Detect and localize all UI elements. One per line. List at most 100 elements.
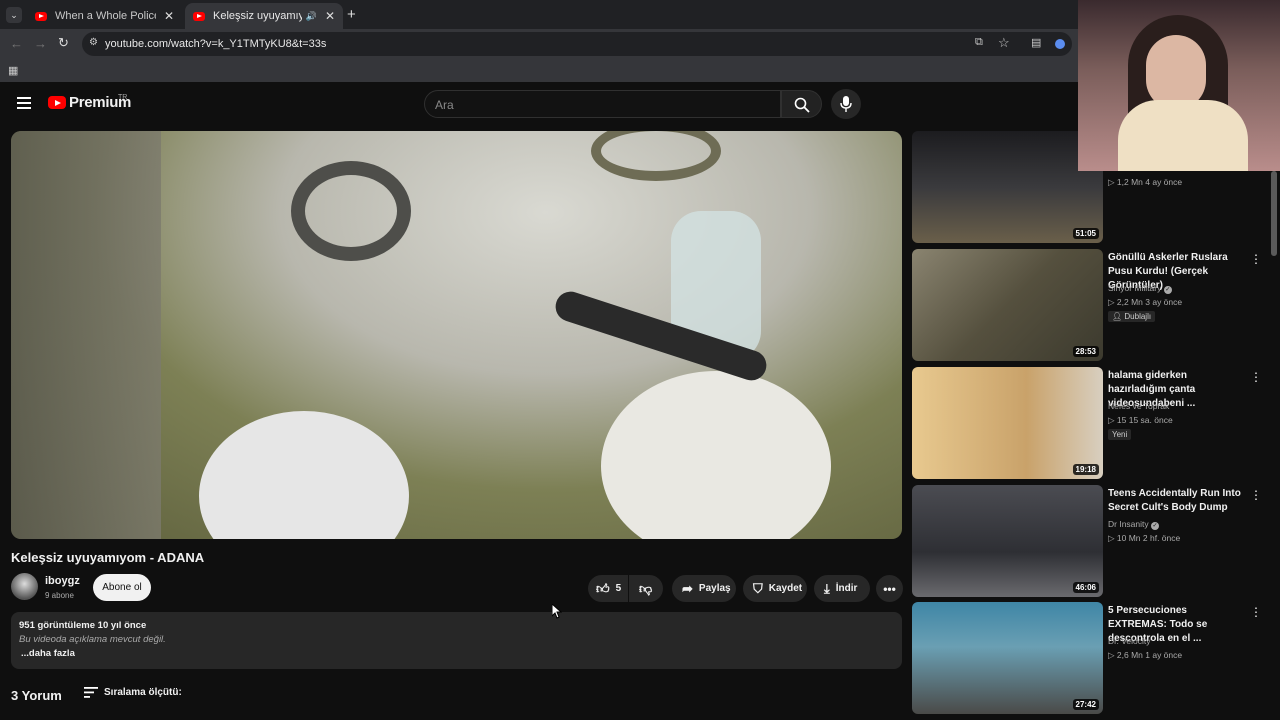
browser-tab-1[interactable]: When a Whole Police Station G... ✕: [27, 3, 182, 29]
more-actions-button[interactable]: •••: [876, 575, 903, 602]
download-button[interactable]: ⤓ İndir: [814, 575, 870, 602]
tab-title: When a Whole Police Station G...: [55, 10, 156, 22]
like-button[interactable]: 👍︎ 5: [588, 575, 628, 602]
logo-region: TR: [118, 94, 128, 101]
new-badge: Yeni: [1108, 429, 1132, 440]
recommendation-meta: ▷ 2,2 Mn 3 ay önce: [1108, 297, 1183, 307]
install-app-icon[interactable]: ⧉: [975, 36, 983, 49]
download-icon: ⤓: [824, 580, 830, 596]
meta-text: 2,6 Mn 1 ay önce: [1116, 650, 1183, 660]
recommendation-channel[interactable]: Nefes ve Toprak: [1108, 401, 1169, 411]
apps-grid-icon[interactable]: ▦: [8, 64, 18, 77]
video-frame-plate: [199, 411, 409, 539]
url-box[interactable]: ⚙ youtube.com/watch?v=k_Y1TMTyKU8&t=33s …: [82, 32, 1072, 56]
recommendation-thumbnail[interactable]: 28:53: [912, 249, 1103, 361]
more-horizontal-icon: •••: [883, 581, 896, 596]
more-vertical-icon[interactable]: ⋮: [1250, 605, 1262, 619]
microphone-icon: [840, 96, 852, 112]
hamburger-menu-icon[interactable]: [17, 97, 31, 109]
more-vertical-icon[interactable]: ⋮: [1250, 252, 1262, 266]
recommendation-thumbnail[interactable]: 51:05: [912, 131, 1103, 243]
more-vertical-icon[interactable]: ⋮: [1250, 488, 1262, 502]
verified-icon: ✓: [1163, 286, 1172, 294]
thumbs-down-icon: 👎︎: [639, 580, 653, 596]
save-label: Kaydet: [768, 583, 803, 594]
channel-avatar[interactable]: [11, 573, 38, 600]
webcam-person-face: [1146, 35, 1206, 110]
sort-icon: [84, 687, 98, 698]
video-frame-ring: [591, 131, 721, 181]
tab-title: Keleşsiz uyuyamıyom - ADA...: [213, 10, 302, 22]
forward-icon[interactable]: →: [34, 36, 47, 51]
recommendation-meta: ▷ 10 Mn 2 hf. önce: [1108, 533, 1181, 543]
channel-text: Sinyor Military: [1108, 283, 1162, 293]
meta-text: 10 Mn 2 hf. önce: [1116, 533, 1181, 543]
recommendation-title[interactable]: Teens Accidentally Run Into Secret Cult'…: [1108, 487, 1243, 515]
search-button[interactable]: [781, 90, 822, 118]
thumbs-up-icon: 👍︎: [596, 580, 610, 596]
new-tab-icon[interactable]: +: [347, 6, 356, 23]
voice-search-button[interactable]: [831, 89, 861, 119]
recommendation-meta: ▷ 2,6 Mn 1 ay önce: [1108, 650, 1183, 660]
close-tab-icon[interactable]: ✕: [325, 9, 335, 23]
mouse-cursor-icon: [552, 604, 562, 619]
recommendation-channel[interactable]: Sinyor Military ✓: [1108, 283, 1172, 294]
close-tab-icon[interactable]: ✕: [164, 9, 174, 23]
meta-text: 15 15 sa. önce: [1116, 415, 1173, 425]
share-button[interactable]: ➦ Paylaş: [672, 575, 736, 602]
description-text: Bu videoda açıklama mevcut değil.: [19, 634, 166, 645]
duration-badge: 28:53: [1072, 346, 1099, 357]
sort-label: Sıralama ölçütü:: [104, 687, 182, 698]
bookmark-star-icon[interactable]: ☆: [998, 35, 1010, 51]
recommendation-item[interactable]: 19:18 halama giderken hazırladığım çanta…: [912, 367, 1280, 479]
view-stats: 951 görüntüleme 10 yıl önce: [19, 620, 147, 631]
url-text: youtube.com/watch?v=k_Y1TMTyKU8&t=33s: [105, 38, 327, 50]
recommendation-thumbnail[interactable]: 19:18: [912, 367, 1103, 479]
audio-playing-icon[interactable]: 🔊: [306, 11, 317, 22]
youtube-play-icon: [48, 96, 66, 109]
search-input[interactable]: Ara: [424, 90, 781, 118]
video-frame-ring: [291, 161, 411, 261]
share-label: Paylaş: [698, 583, 731, 594]
download-label: İndir: [835, 583, 858, 594]
back-icon[interactable]: ←: [10, 36, 23, 51]
reload-icon[interactable]: ↻: [58, 35, 69, 51]
video-player[interactable]: [11, 131, 902, 539]
sort-comments-button[interactable]: Sıralama ölçütü:: [84, 687, 182, 698]
recommendation-thumbnail[interactable]: 27:42: [912, 602, 1103, 714]
recommendation-thumbnail[interactable]: 46:06: [912, 485, 1103, 597]
dislike-button[interactable]: 👎︎: [629, 575, 663, 602]
site-info-icon[interactable]: ⚙: [89, 37, 98, 48]
duration-badge: 27:42: [1072, 699, 1099, 710]
recommendation-channel[interactable]: Dr. Velocity: [1108, 636, 1151, 646]
show-more-link[interactable]: ...daha fazla: [21, 648, 75, 659]
video-frame-plank: [11, 131, 161, 539]
meta-text: 2,2 Mn 3 ay önce: [1116, 297, 1183, 307]
translate-icon[interactable]: ▤: [1031, 36, 1041, 49]
browser-tab-2[interactable]: Keleşsiz uyuyamıyom - ADA... 🔊 ✕: [185, 3, 343, 29]
save-button[interactable]: ⛉ Kaydet: [743, 575, 807, 602]
duration-badge: 51:05: [1072, 228, 1099, 239]
subscribe-button[interactable]: Abone ol: [93, 574, 151, 601]
duration-badge: 19:18: [1072, 464, 1099, 475]
profile-icon[interactable]: [1055, 39, 1065, 49]
recommendation-item[interactable]: 27:42 5 Persecuciones EXTREMAS: Todo se …: [912, 602, 1280, 714]
comments-count: 3 Yorum: [11, 688, 62, 703]
recommendation-item[interactable]: 28:53 Gönüllü Askerler Ruslara Pusu Kurd…: [912, 249, 1280, 361]
recommendation-channel[interactable]: Dr Insanity ✓: [1108, 519, 1159, 530]
bookmark-bar: ▦: [0, 59, 1078, 82]
description-box[interactable]: 951 görüntüleme 10 yıl önce Bu videoda a…: [11, 612, 902, 669]
duration-badge: 46:06: [1072, 582, 1099, 593]
webcam-overlay: [1078, 0, 1280, 171]
tab-list-chevron-icon[interactable]: ⌄: [6, 7, 22, 23]
video-frame-plate: [601, 371, 831, 539]
channel-name[interactable]: iboygz: [45, 575, 80, 587]
more-vertical-icon[interactable]: ⋮: [1250, 370, 1262, 384]
recommendation-meta: ▷ 15 15 sa. önce: [1108, 415, 1173, 425]
dubbed-badge: 👤︎ Dublajlı: [1108, 311, 1156, 322]
video-title: Keleşsiz uyuyamıyom - ADANA: [11, 550, 205, 565]
verified-icon: ✓: [1151, 522, 1159, 530]
recommendation-item[interactable]: 46:06 Teens Accidentally Run Into Secret…: [912, 485, 1280, 597]
sidebar-scrollbar[interactable]: [1271, 171, 1277, 256]
badge-text: Dublajlı: [1124, 312, 1152, 321]
